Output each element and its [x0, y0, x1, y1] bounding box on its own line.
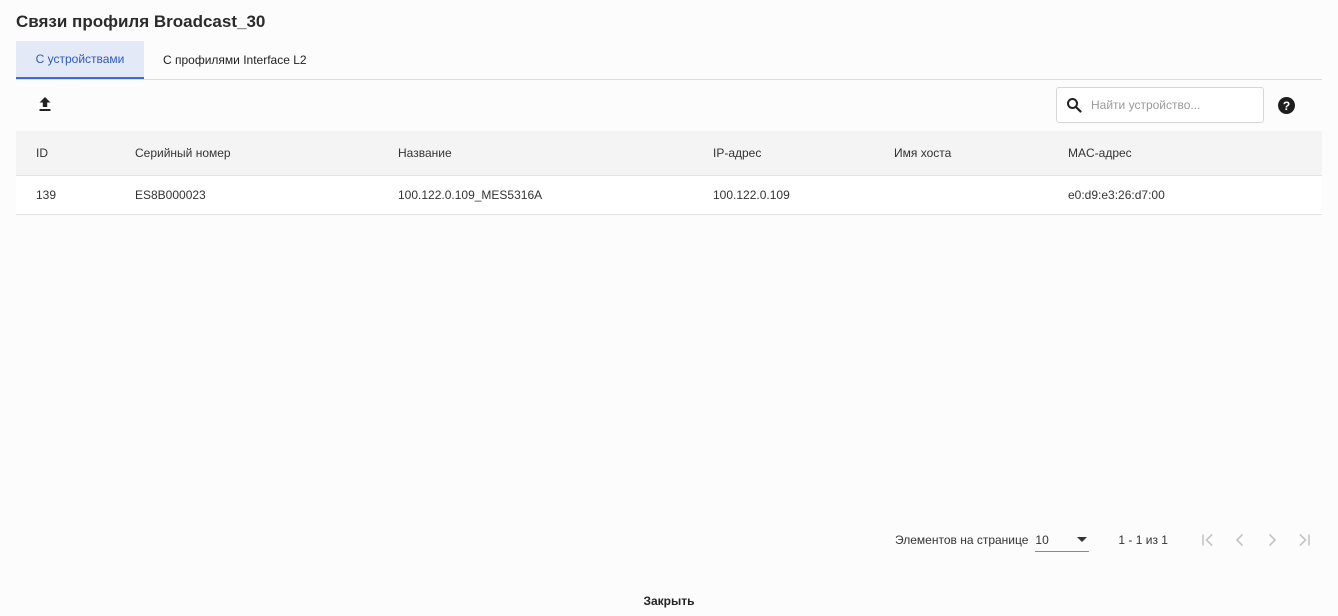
last-page-icon: [1299, 533, 1310, 547]
cell-id: 139: [36, 188, 57, 202]
column-header-id[interactable]: ID: [36, 146, 48, 160]
tab-interface-l2-profiles[interactable]: С профилями Interface L2: [144, 41, 326, 79]
tab-bar: С устройствами С профилями Interface L2: [16, 41, 1322, 80]
search-icon: [1057, 97, 1091, 113]
tab-devices[interactable]: С устройствами: [16, 41, 144, 79]
search-input[interactable]: [1091, 98, 1256, 112]
dropdown-arrow-icon: [1077, 536, 1088, 542]
upload-button[interactable]: [34, 93, 56, 115]
next-page-button[interactable]: [1256, 528, 1288, 552]
dialog-title: Связи профиля Broadcast_30: [16, 12, 266, 31]
search-field: [1056, 87, 1264, 123]
devices-table: ID Серийный номер Название IP-адрес Имя …: [16, 131, 1322, 215]
column-header-hostname[interactable]: Имя хоста: [894, 146, 951, 160]
column-header-mac[interactable]: MAC-адрес: [1068, 146, 1132, 160]
chevron-right-icon: [1268, 533, 1277, 547]
items-per-page-label: Элементов на странице: [895, 533, 1029, 547]
column-header-name[interactable]: Название: [398, 146, 452, 160]
page-size-select[interactable]: 10: [1035, 528, 1090, 552]
first-page-button[interactable]: [1192, 528, 1224, 552]
paginator: Элементов на странице 10 1 - 1 из 1: [895, 528, 1320, 552]
profile-links-dialog: Связи профиля Broadcast_30 С устройствам…: [0, 0, 1338, 616]
chevron-left-icon: [1235, 533, 1244, 547]
column-header-serial[interactable]: Серийный номер: [135, 146, 231, 160]
page-size-value: 10: [1035, 532, 1049, 547]
help-icon: ?: [1282, 98, 1291, 113]
help-button[interactable]: ?: [1278, 97, 1295, 114]
table-header: ID Серийный номер Название IP-адрес Имя …: [16, 131, 1322, 176]
last-page-button[interactable]: [1288, 528, 1320, 552]
cell-serial: ES8B000023: [135, 188, 206, 202]
first-page-icon: [1202, 533, 1213, 547]
page-range-label: 1 - 1 из 1: [1118, 533, 1168, 547]
cell-name: 100.122.0.109_MES5316A: [398, 188, 543, 202]
cell-ip: 100.122.0.109: [713, 188, 790, 202]
previous-page-button[interactable]: [1224, 528, 1256, 552]
close-button[interactable]: Закрыть: [619, 592, 719, 610]
table-row[interactable]: 139 ES8B000023 100.122.0.109_MES5316A 10…: [16, 176, 1322, 215]
column-header-ip[interactable]: IP-адрес: [713, 146, 761, 160]
cell-mac: e0:d9:e3:26:d7:00: [1068, 188, 1165, 202]
upload-icon: [39, 97, 51, 111]
